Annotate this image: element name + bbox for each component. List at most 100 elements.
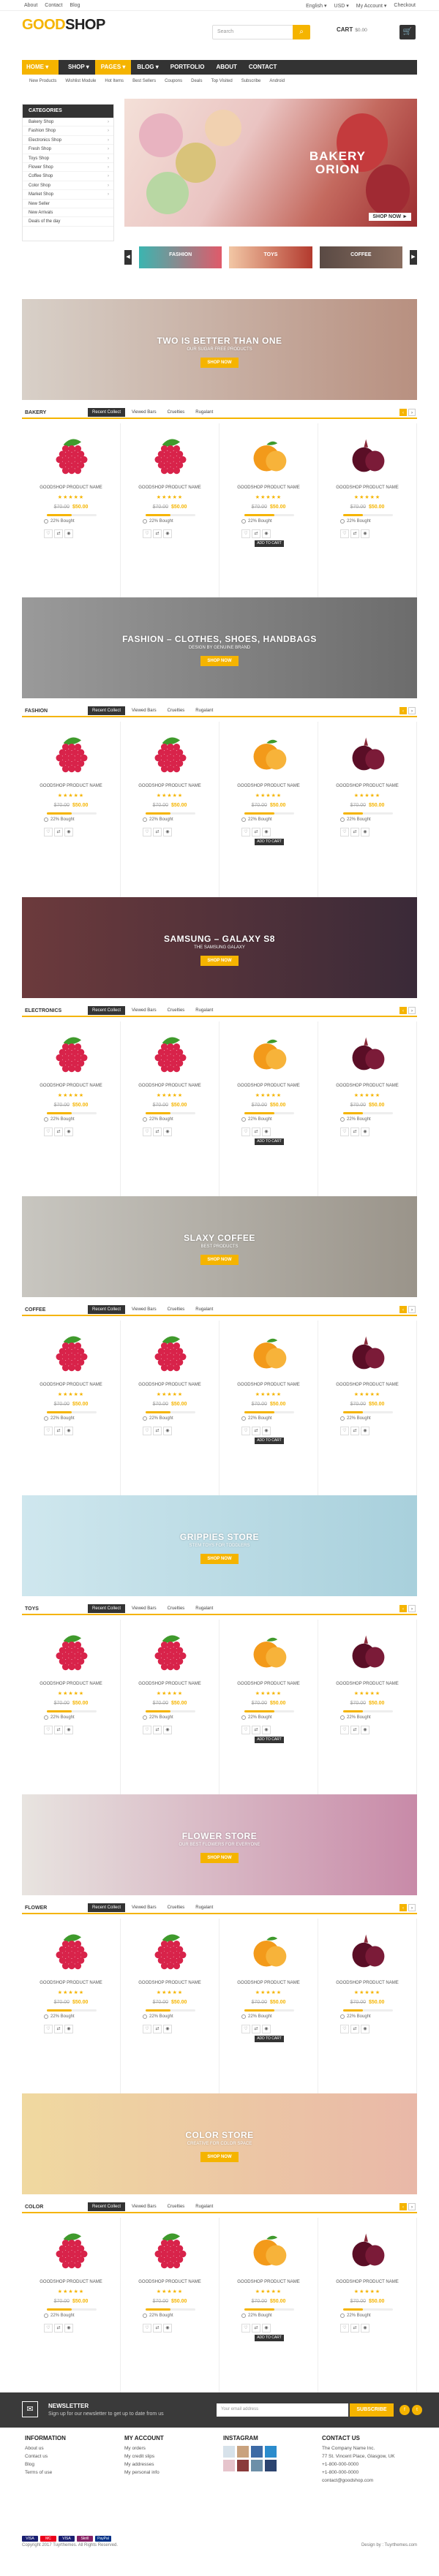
add-to-cart-button[interactable]: ADD TO CART [255, 2036, 284, 2042]
heart-icon[interactable]: ♡ [241, 529, 250, 538]
compare-icon[interactable]: ⇄ [153, 2025, 162, 2033]
sidebar-item[interactable]: Coffee Shop › [23, 172, 113, 181]
nav-blog[interactable]: BLOG ▾ [131, 60, 164, 75]
promo-banner[interactable]: SLAXY COFFEE BEST PRODUCTS SHOP NOW [22, 1196, 417, 1297]
eye-icon[interactable]: ◉ [163, 2324, 172, 2333]
section-tab[interactable]: Cruelties [163, 1604, 190, 1613]
add-to-cart-button[interactable]: ADD TO CART [255, 2335, 284, 2341]
heart-icon[interactable]: ♡ [143, 1128, 151, 1136]
product-card[interactable]: GOODSHOP PRODUCT NAME ★★★★★ $70.00 $50.00 22… [22, 2218, 121, 2393]
sidebar-item[interactable]: Fashion Shop › [23, 126, 113, 136]
eye-icon[interactable]: ◉ [163, 1427, 172, 1435]
heart-icon[interactable]: ♡ [44, 1128, 53, 1136]
facebook-icon[interactable]: f [399, 2405, 410, 2415]
product-card[interactable]: GOODSHOP PRODUCT NAME ★★★★★ $70.00 $50.00 22… [121, 722, 220, 897]
compare-icon[interactable]: ⇄ [54, 1128, 63, 1136]
eye-icon[interactable]: ◉ [262, 2324, 271, 2333]
product-name[interactable]: GOODSHOP PRODUCT NAME [318, 784, 416, 788]
footer-link[interactable]: My personal info [124, 2470, 164, 2475]
compare-icon[interactable]: ⇄ [153, 1726, 162, 1734]
product-name[interactable]: GOODSHOP PRODUCT NAME [318, 2280, 416, 2284]
product-card[interactable]: GOODSHOP PRODUCT NAME ★★★★★ $70.00 $50.00 22… [22, 722, 121, 897]
instagram-photo[interactable] [237, 2446, 249, 2458]
product-name[interactable]: GOODSHOP PRODUCT NAME [318, 486, 416, 490]
eye-icon[interactable]: ◉ [64, 2025, 73, 2033]
product-image[interactable] [51, 1033, 92, 1074]
promo-banner[interactable]: COLOR STORE CREATIVE FOR COLOR SPACE SHOP … [22, 2093, 417, 2194]
add-to-cart-button[interactable]: ADD TO CART [255, 1438, 284, 1444]
product-name[interactable]: GOODSHOP PRODUCT NAME [220, 2280, 318, 2284]
compare-icon[interactable]: ⇄ [350, 1726, 359, 1734]
heart-icon[interactable]: ♡ [143, 1726, 151, 1734]
product-card[interactable]: GOODSHOP PRODUCT NAME ★★★★★ $70.00 $50.00 22… [318, 1321, 417, 1496]
compare-icon[interactable]: ⇄ [54, 2324, 63, 2333]
compare-icon[interactable]: ⇄ [153, 828, 162, 836]
compare-icon[interactable]: ⇄ [252, 1726, 260, 1734]
product-name[interactable]: GOODSHOP PRODUCT NAME [121, 784, 219, 788]
heart-icon[interactable]: ♡ [143, 529, 151, 538]
section-tab[interactable]: Rugalant [191, 1604, 217, 1613]
compare-icon[interactable]: ⇄ [252, 2324, 260, 2333]
product-image[interactable] [150, 1631, 191, 1672]
footer-link[interactable]: About us [25, 2446, 66, 2451]
product-name[interactable]: GOODSHOP PRODUCT NAME [22, 486, 120, 490]
product-image[interactable] [249, 1033, 290, 1074]
product-name[interactable]: GOODSHOP PRODUCT NAME [121, 1981, 219, 1985]
product-name[interactable]: GOODSHOP PRODUCT NAME [22, 2280, 120, 2284]
section-tab[interactable]: Viewed Bars [127, 1006, 161, 1015]
section-tab[interactable]: Recent Collect [88, 408, 126, 417]
contact-line[interactable]: contact@goodshop.com [322, 2478, 395, 2483]
product-name[interactable]: GOODSHOP PRODUCT NAME [22, 1682, 120, 1686]
compare-icon[interactable]: ⇄ [153, 529, 162, 538]
footer-link[interactable]: My credit slips [124, 2454, 164, 2459]
prev-arrow-icon[interactable]: ‹ [399, 1306, 407, 1313]
heart-icon[interactable]: ♡ [241, 828, 250, 836]
product-image[interactable] [348, 1930, 389, 1971]
section-tab[interactable]: Viewed Bars [127, 408, 161, 417]
product-image[interactable] [150, 435, 191, 476]
sidebar-item[interactable]: Bakery Shop › [23, 118, 113, 127]
section-tab[interactable]: Rugalant [191, 1006, 217, 1015]
product-card[interactable]: GOODSHOP PRODUCT NAME ★★★★★ $70.00 $50.00 22… [318, 1620, 417, 1795]
compare-icon[interactable]: ⇄ [153, 1427, 162, 1435]
product-name[interactable]: GOODSHOP PRODUCT NAME [220, 784, 318, 788]
add-to-cart-button[interactable]: ADD TO CART [255, 540, 284, 547]
product-card[interactable]: GOODSHOP PRODUCT NAME ★★★★★ $70.00 $50.00 22… [22, 423, 121, 599]
product-image[interactable] [249, 733, 290, 774]
hero-shop-now-button[interactable]: SHOP NOW ► [369, 213, 411, 221]
compare-icon[interactable]: ⇄ [153, 1128, 162, 1136]
product-card[interactable]: GOODSHOP PRODUCT NAME ★★★★★ $70.00 $50.00 22… [121, 1321, 220, 1496]
add-to-cart-button[interactable]: ADD TO CART [255, 1138, 284, 1145]
search-button[interactable]: ⌕ [293, 25, 310, 39]
product-image[interactable] [51, 1332, 92, 1373]
subnav-link[interactable]: Subscribe [241, 79, 261, 83]
banner-shop-button[interactable]: SHOP NOW [200, 358, 239, 368]
product-image[interactable] [51, 1631, 92, 1672]
compare-icon[interactable]: ⇄ [350, 529, 359, 538]
section-tab[interactable]: Recent Collect [88, 1604, 126, 1613]
promo-banner[interactable]: FASHION – CLOTHES, SHOES, HANDBAGS DESIGN… [22, 597, 417, 698]
section-tab[interactable]: Recent Collect [88, 1305, 126, 1314]
heart-icon[interactable]: ♡ [44, 828, 53, 836]
section-tab[interactable]: Recent Collect [88, 2202, 126, 2211]
section-tab[interactable]: Cruelties [163, 1006, 190, 1015]
eye-icon[interactable]: ◉ [163, 529, 172, 538]
product-image[interactable] [348, 733, 389, 774]
product-image[interactable] [51, 1930, 92, 1971]
sidebar-item[interactable]: Toys Shop › [23, 154, 113, 163]
product-image[interactable] [51, 435, 92, 476]
product-card[interactable]: GOODSHOP PRODUCT NAME ★★★★★ $70.00 $50.00 22… [121, 2218, 220, 2393]
instagram-photo[interactable] [265, 2460, 277, 2471]
nav-home[interactable]: HOME ▾ [22, 60, 59, 75]
product-card[interactable]: GOODSHOP PRODUCT NAME ★★★★★ $70.00 $50.00 22… [220, 1919, 318, 2094]
section-tab[interactable]: Recent Collect [88, 1903, 126, 1912]
eye-icon[interactable]: ◉ [262, 2025, 271, 2033]
product-image[interactable] [150, 1332, 191, 1373]
compare-icon[interactable]: ⇄ [350, 2324, 359, 2333]
section-tab[interactable]: Viewed Bars [127, 1903, 161, 1912]
section-tab[interactable]: Rugalant [191, 706, 217, 715]
eye-icon[interactable]: ◉ [64, 1128, 73, 1136]
newsletter-email-input[interactable]: Your email address [217, 2403, 348, 2417]
banner-shop-button[interactable]: SHOP NOW [200, 656, 239, 666]
add-to-cart-button[interactable]: ADD TO CART [255, 1737, 284, 1743]
